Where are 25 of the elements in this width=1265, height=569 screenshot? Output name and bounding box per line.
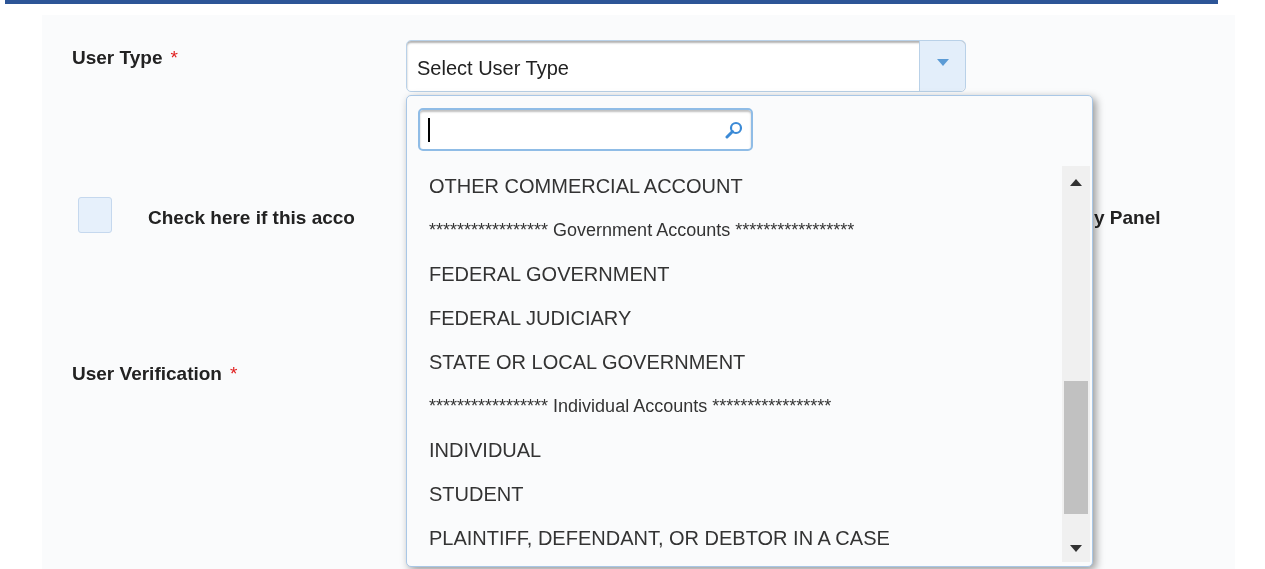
group-header: ***************** Individual Accounts ***************** (428, 394, 833, 418)
select-placeholder: Select User Type (416, 56, 570, 81)
required-mark: * (229, 362, 238, 386)
option-item[interactable]: INDIVIDUAL (407, 428, 1062, 472)
required-mark: * (170, 46, 178, 70)
field-label: User Type (72, 46, 163, 70)
scrollbar-thumb[interactable] (1064, 381, 1088, 514)
option-item[interactable]: STUDENT (407, 472, 1062, 516)
option-item[interactable]: FEDERAL GOVERNMENT (407, 252, 1062, 296)
option-item[interactable]: FEDERAL JUDICIARY (407, 296, 1062, 340)
search-field[interactable] (418, 108, 753, 151)
checkbox[interactable] (78, 197, 112, 233)
search-icon (725, 120, 743, 139)
group-header: ***************** Government Accounts ***************** (428, 218, 856, 242)
option-item[interactable]: STATE OR LOCAL GOVERNMENT (407, 340, 1062, 384)
scrollbar[interactable] (1062, 166, 1090, 562)
caret-icon (936, 59, 949, 66)
option-item[interactable]: PLAINTIFF, DEFENDANT, OR DEBTOR IN A CASE (407, 516, 1062, 560)
option-item[interactable]: OTHER COMMERCIAL ACCOUNT (407, 164, 1062, 208)
scroll-up-icon[interactable] (1070, 179, 1082, 186)
select-dropdown[interactable]: Select User Type (406, 40, 966, 92)
checkbox-label: Check here if this acco (148, 206, 355, 230)
checkbox-label: y Panel (1094, 206, 1161, 230)
field-label: User Verification (72, 362, 222, 386)
scroll-down-icon[interactable] (1070, 545, 1082, 552)
